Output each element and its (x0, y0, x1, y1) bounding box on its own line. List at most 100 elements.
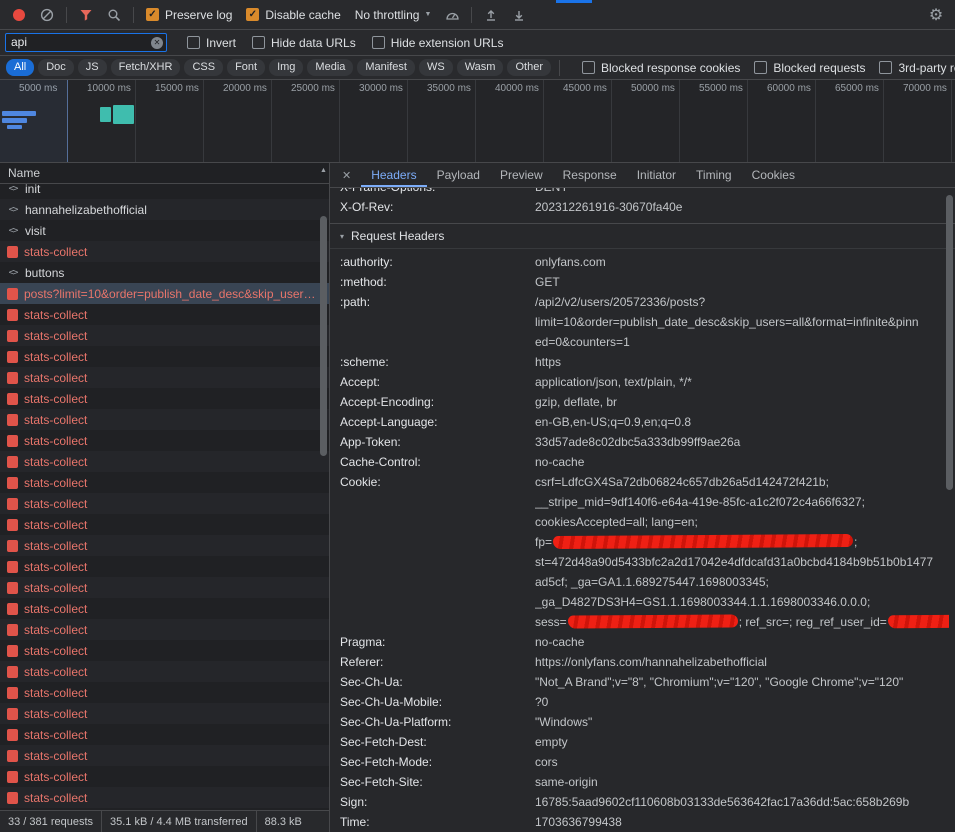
timeline-tick-label: 20000 ms (223, 83, 271, 94)
clear-filter-icon[interactable]: ✕ (151, 37, 163, 49)
request-row[interactable]: stats-collect (0, 535, 329, 556)
header-value-text: "Not_A Brand";v="8", "Chromium";v="120",… (535, 675, 903, 689)
timeline-tick-segment: 65000 ms (816, 80, 884, 162)
request-row[interactable]: stats-collect (0, 766, 329, 787)
clear-button[interactable] (34, 3, 60, 27)
type-filter-media[interactable]: Media (307, 59, 353, 76)
scrollbar-thumb[interactable] (946, 195, 953, 490)
request-row[interactable]: posts?limit=10&order=publish_date_desc&s… (0, 283, 329, 304)
tab-timing[interactable]: Timing (686, 163, 742, 187)
record-button[interactable] (6, 3, 32, 27)
type-filter-font[interactable]: Font (227, 59, 265, 76)
hide-extension-urls-checkbox[interactable]: Hide extension URLs (366, 36, 510, 50)
type-filter-img[interactable]: Img (269, 59, 303, 76)
header-value: en-GB,en-US;q=0.9,en;q=0.8 (535, 412, 955, 432)
request-row[interactable]: stats-collect (0, 472, 329, 493)
invert-checkbox[interactable]: Invert (181, 36, 242, 50)
header-value: DENY (535, 188, 955, 197)
script-icon: <> (7, 226, 19, 236)
tab-cookies[interactable]: Cookies (742, 163, 805, 187)
request-row[interactable]: stats-collect (0, 745, 329, 766)
header-value-line: "Windows" (535, 712, 949, 732)
request-row[interactable]: stats-collect (0, 409, 329, 430)
request-row[interactable]: stats-collect (0, 304, 329, 325)
type-filter-wasm[interactable]: Wasm (457, 59, 504, 76)
request-row[interactable]: stats-collect (0, 703, 329, 724)
waterfall-bar (100, 107, 111, 122)
tab-initiator[interactable]: Initiator (627, 163, 686, 187)
close-details-icon[interactable]: ✕ (330, 163, 361, 187)
type-filter-all[interactable]: All (6, 59, 34, 76)
scroll-up-icon[interactable]: ▲ (318, 164, 329, 174)
type-filter-other[interactable]: Other (507, 59, 551, 76)
header-value-line: application/json, text/plain, */* (535, 372, 949, 392)
request-row[interactable]: <>init (0, 184, 329, 199)
request-row[interactable]: stats-collect (0, 367, 329, 388)
request-name: stats-collect (24, 371, 322, 385)
header-value: csrf=LdfcGX4Sa72db06824c657db26a5d142472… (535, 472, 955, 632)
disable-cache-checkbox[interactable]: Disable cache (240, 8, 346, 22)
header-value-text: ; (854, 535, 857, 549)
request-row[interactable]: stats-collect (0, 325, 329, 346)
header-value-text: ; ref_src=; reg_ref_user_id= (739, 615, 887, 629)
tab-payload[interactable]: Payload (427, 163, 490, 187)
type-filter-fetch-xhr[interactable]: Fetch/XHR (111, 59, 181, 76)
request-row[interactable]: stats-collect (0, 577, 329, 598)
request-row[interactable]: stats-collect (0, 724, 329, 745)
request-row[interactable]: stats-collect (0, 493, 329, 514)
failed-request-icon (7, 582, 18, 594)
request-row[interactable]: stats-collect (0, 619, 329, 640)
tab-headers[interactable]: Headers (361, 163, 426, 187)
throttling-dropdown[interactable]: No throttling ▼ (349, 8, 438, 22)
settings-gear-icon[interactable]: ⚙ (923, 3, 949, 27)
type-filter-js[interactable]: JS (78, 59, 107, 76)
request-row[interactable]: stats-collect (0, 451, 329, 472)
tab-response[interactable]: Response (553, 163, 627, 187)
checkbox-blocked-requests[interactable]: Blocked requests (748, 61, 871, 75)
request-name: stats-collect (24, 329, 322, 343)
network-conditions-button[interactable] (439, 3, 465, 27)
checkbox-3rd-party-requests[interactable]: 3rd-party requests (873, 61, 955, 75)
header-name: X-Of-Rev: (340, 197, 535, 217)
request-row[interactable]: <>hannahelizabethofficial (0, 199, 329, 220)
request-row[interactable]: stats-collect (0, 682, 329, 703)
request-row[interactable]: stats-collect (0, 241, 329, 262)
scrollbar-thumb[interactable] (320, 216, 327, 456)
timeline-overview[interactable]: 5000 ms10000 ms15000 ms20000 ms25000 ms3… (0, 80, 955, 163)
search-button[interactable] (101, 3, 127, 27)
request-row[interactable]: stats-collect (0, 598, 329, 619)
filter-input[interactable] (5, 33, 167, 52)
request-row[interactable]: stats-collect (0, 514, 329, 535)
request-name: stats-collect (24, 665, 322, 679)
type-filter-ws[interactable]: WS (419, 59, 453, 76)
name-column-header[interactable]: Name (0, 163, 329, 184)
type-filter-css[interactable]: CSS (184, 59, 223, 76)
request-row[interactable]: stats-collect (0, 346, 329, 367)
type-filter-doc[interactable]: Doc (38, 59, 74, 76)
import-har-button[interactable] (478, 3, 504, 27)
request-row[interactable]: stats-collect (0, 661, 329, 682)
request-row[interactable]: stats-collect (0, 430, 329, 451)
request-list-scrollbar[interactable]: ▲ (318, 164, 329, 809)
request-row[interactable]: <>buttons (0, 262, 329, 283)
request-row[interactable]: stats-collect (0, 388, 329, 409)
request-name: buttons (25, 266, 322, 280)
type-filter-manifest[interactable]: Manifest (357, 59, 415, 76)
header-row: Sec-Fetch-Mode:cors (330, 752, 955, 772)
export-har-button[interactable] (506, 3, 532, 27)
request-headers-section-header[interactable]: ▾ Request Headers (330, 223, 955, 249)
checkbox-blocked-response-cookies[interactable]: Blocked response cookies (576, 61, 746, 75)
request-row[interactable]: stats-collect (0, 556, 329, 577)
filter-toggle-button[interactable] (73, 3, 99, 27)
preserve-log-checkbox[interactable]: Preserve log (140, 8, 238, 22)
failed-request-icon (7, 372, 18, 384)
request-row[interactable]: <>visit (0, 220, 329, 241)
request-row[interactable]: stats-collect (0, 640, 329, 661)
hide-data-urls-checkbox[interactable]: Hide data URLs (246, 36, 362, 50)
tab-preview[interactable]: Preview (490, 163, 553, 187)
failed-request-icon (7, 288, 18, 300)
details-scrollbar[interactable] (944, 189, 955, 832)
timeline-tick-label: 10000 ms (87, 83, 135, 94)
request-row[interactable]: stats-collect (0, 787, 329, 808)
header-value-text: en-GB,en-US;q=0.9,en;q=0.8 (535, 415, 691, 429)
